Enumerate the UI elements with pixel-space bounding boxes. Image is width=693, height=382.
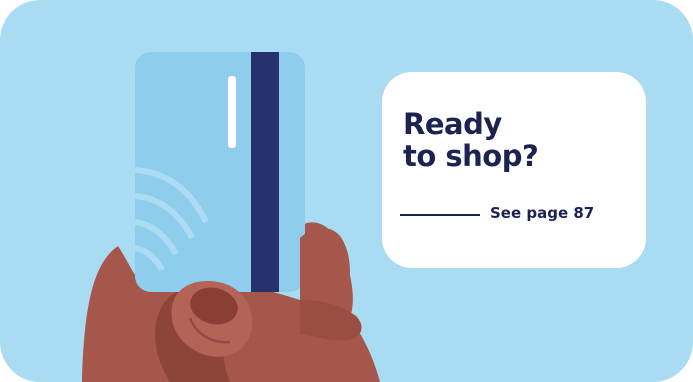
page-reference: See page 87 xyxy=(400,203,630,225)
banner-background: Ready to shop? See page 87 xyxy=(0,0,693,382)
callout-card: Ready to shop? See page 87 xyxy=(382,72,646,268)
see-page-link[interactable]: See page 87 xyxy=(490,204,594,222)
headline: Ready to shop? xyxy=(403,107,539,173)
reference-rule xyxy=(400,214,480,216)
payment-card xyxy=(134,52,305,292)
headline-line-2: to shop? xyxy=(403,139,539,173)
promo-banner: Ready to shop? See page 87 xyxy=(0,0,693,382)
headline-line-1: Ready xyxy=(403,107,502,141)
